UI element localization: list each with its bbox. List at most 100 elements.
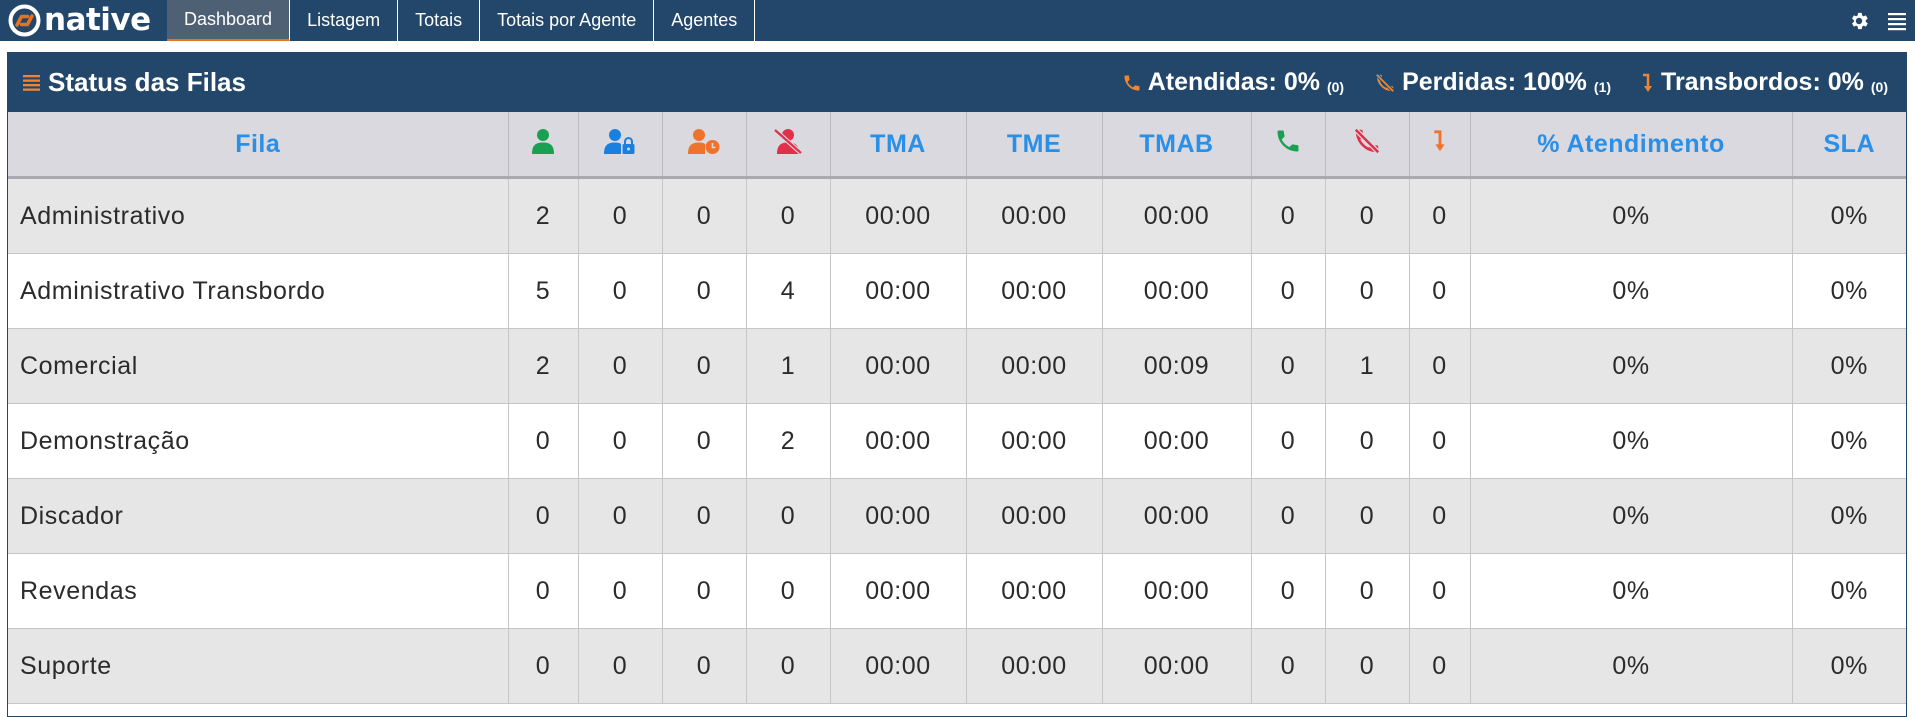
table-row[interactable]: Comercial 2 0 0 1 00:00 00:00 00:09 0 1 … — [8, 328, 1906, 404]
queue-name: Demonstração — [8, 403, 509, 479]
cell-tmab: 00:00 — [1102, 478, 1252, 554]
table-row[interactable]: Administrativo Transbordo 5 0 0 4 00:00 … — [8, 253, 1906, 329]
cell-paused: 0 — [662, 328, 747, 404]
cell-tmab: 00:00 — [1102, 177, 1252, 254]
cell-missed: 0 — [1325, 253, 1410, 329]
cell-tme: 00:00 — [966, 553, 1103, 629]
cell-available: 0 — [508, 478, 579, 554]
header-fila[interactable]: Fila — [8, 112, 509, 179]
cell-transfer: 0 — [1409, 403, 1471, 479]
menu-icon — [1888, 12, 1906, 30]
cell-atendimento: 0% — [1470, 628, 1793, 704]
header-available[interactable] — [508, 112, 579, 179]
cell-paused: 0 — [662, 177, 747, 254]
cell-tma: 00:00 — [830, 403, 967, 479]
queue-name: Revendas — [8, 553, 509, 629]
header-missed[interactable] — [1325, 112, 1410, 179]
table-row[interactable]: Demonstração 0 0 0 2 00:00 00:00 00:00 0… — [8, 403, 1906, 479]
user-slash-icon — [773, 127, 803, 155]
cell-transfer: 0 — [1409, 628, 1471, 704]
stat-atendidas-count: (0) — [1326, 78, 1345, 95]
table-row[interactable]: Discador 0 0 0 0 00:00 00:00 00:00 0 0 0… — [8, 478, 1906, 554]
stat-transbordos-count: (0) — [1870, 78, 1888, 95]
cell-missed: 0 — [1325, 553, 1410, 629]
cell-offline: 0 — [746, 553, 831, 629]
gear-icon — [1852, 12, 1868, 29]
native-logo-mark-icon — [8, 4, 41, 36]
table-row[interactable]: Administrativo 2 0 0 0 00:00 00:00 00:00… — [8, 177, 1906, 254]
header-atendimento[interactable]: % Atendimento — [1470, 112, 1793, 179]
cell-tme: 00:00 — [966, 478, 1103, 554]
cell-tme: 00:00 — [966, 328, 1103, 404]
tab-agentes[interactable]: Agentes — [654, 0, 756, 41]
user-lock-icon — [604, 128, 635, 154]
tab-listagem[interactable]: Listagem — [290, 0, 399, 41]
cell-paused: 0 — [662, 553, 747, 629]
table-row[interactable]: Revendas 0 0 0 0 00:00 00:00 00:00 0 0 0… — [8, 553, 1906, 629]
native-logo[interactable]: native — [8, 1, 151, 39]
cell-offline: 0 — [746, 628, 831, 704]
tab-totais[interactable]: Totais — [398, 0, 481, 41]
cell-tme: 00:00 — [966, 403, 1103, 479]
cell-locked: 0 — [578, 628, 663, 704]
cell-missed: 0 — [1325, 403, 1410, 479]
tab-dashboard[interactable]: Dashboard — [167, 0, 291, 41]
panel-title: Status das Filas — [23, 67, 246, 98]
header-tma[interactable]: TMA — [830, 112, 967, 179]
cell-offline: 0 — [746, 177, 831, 254]
cell-tmab: 00:00 — [1102, 253, 1252, 329]
cell-answered: 0 — [1251, 628, 1326, 704]
top-right-actions — [1839, 0, 1915, 41]
queue-name: Administrativo — [8, 177, 509, 254]
cell-offline: 2 — [746, 403, 831, 479]
tab-totais-por-agente[interactable]: Totais por Agente — [480, 0, 655, 41]
cell-atendimento: 0% — [1470, 328, 1793, 404]
stat-perdidas-count: (1) — [1593, 78, 1612, 95]
cell-sla: 0% — [1792, 553, 1906, 629]
queue-name: Administrativo Transbordo — [8, 253, 509, 329]
queues-table: Fila TMA TME TMAB % Atendimento SLA Admi… — [8, 112, 1906, 704]
queue-name: Discador — [8, 478, 509, 554]
header-transfer[interactable] — [1409, 112, 1471, 179]
cell-missed: 0 — [1325, 628, 1410, 704]
cell-available: 0 — [508, 403, 579, 479]
cell-sla: 0% — [1792, 628, 1906, 704]
cell-tmab: 00:09 — [1102, 328, 1252, 404]
cell-offline: 0 — [746, 478, 831, 554]
cell-tma: 00:00 — [830, 628, 967, 704]
header-offline[interactable] — [746, 112, 831, 179]
cell-sla: 0% — [1792, 403, 1906, 479]
header-paused[interactable] — [662, 112, 747, 179]
header-locked[interactable] — [578, 112, 663, 179]
cell-available: 2 — [508, 328, 579, 404]
logo-text: native — [44, 1, 151, 38]
cell-missed: 1 — [1325, 328, 1410, 404]
cell-missed: 0 — [1325, 177, 1410, 254]
header-tmab[interactable]: TMAB — [1102, 112, 1252, 179]
menu-button[interactable] — [1879, 0, 1915, 41]
header-sla[interactable]: SLA — [1792, 112, 1906, 179]
queue-name: Suporte — [8, 628, 509, 704]
cell-tme: 00:00 — [966, 628, 1103, 704]
phone-icon — [1124, 75, 1140, 90]
settings-button[interactable] — [1839, 0, 1879, 41]
user-clock-icon — [688, 128, 720, 154]
cell-locked: 0 — [578, 177, 663, 254]
cell-answered: 0 — [1251, 403, 1326, 479]
table-row[interactable]: Suporte 0 0 0 0 00:00 00:00 00:00 0 0 0 … — [8, 628, 1906, 704]
phone-icon — [1277, 130, 1299, 151]
phone-missed-icon — [1375, 72, 1395, 93]
cell-atendimento: 0% — [1470, 403, 1793, 479]
cell-paused: 0 — [662, 253, 747, 329]
cell-sla: 0% — [1792, 328, 1906, 404]
cell-tmab: 00:00 — [1102, 403, 1252, 479]
cell-transfer: 0 — [1409, 328, 1471, 404]
header-tme[interactable]: TME — [966, 112, 1103, 179]
cell-tma: 00:00 — [830, 253, 967, 329]
cell-offline: 4 — [746, 253, 831, 329]
header-answered[interactable] — [1251, 112, 1326, 179]
summary-stats: Atendidas: 0% (0) Perdidas: 100% (1) Tra… — [1092, 53, 1888, 112]
cell-missed: 0 — [1325, 478, 1410, 554]
cell-tmab: 00:00 — [1102, 628, 1252, 704]
cell-sla: 0% — [1792, 177, 1906, 254]
